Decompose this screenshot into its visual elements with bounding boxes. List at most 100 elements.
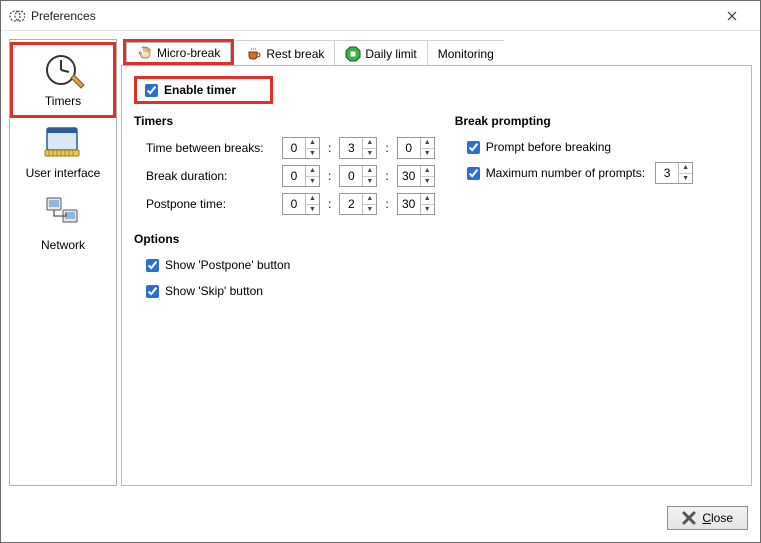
minutes-input[interactable] (340, 166, 362, 186)
spin-down[interactable]: ▼ (363, 149, 376, 159)
spin-up[interactable]: ▲ (421, 194, 434, 205)
close-button[interactable]: Close (667, 506, 748, 530)
tab-label: Rest break (266, 47, 324, 61)
seconds-input[interactable] (398, 166, 420, 186)
minutes-spinner[interactable]: ▲▼ (339, 137, 377, 159)
spin-up[interactable]: ▲ (306, 138, 319, 149)
show-postpone-checkbox[interactable] (146, 259, 159, 272)
hours-spinner[interactable]: ▲▼ (282, 165, 320, 187)
minutes-spinner[interactable]: ▲▼ (339, 165, 377, 187)
spin-down[interactable]: ▼ (306, 205, 319, 215)
tab-label: Monitoring (438, 47, 494, 61)
prompt-before-checkbox[interactable] (467, 141, 480, 154)
seconds-spinner[interactable]: ▲▼ (397, 165, 435, 187)
colon: : (326, 197, 333, 211)
seconds-spinner[interactable]: ▲▼ (397, 193, 435, 215)
seconds-input[interactable] (398, 138, 420, 158)
hours-spinner[interactable]: ▲▼ (282, 137, 320, 159)
sidebar-item-network[interactable]: Network (12, 188, 114, 260)
row-postpone-time: Postpone time: ▲▼ : ▲▼ : ▲▼ (146, 190, 435, 218)
spin-up[interactable]: ▲ (306, 194, 319, 205)
row-label: Time between breaks: (146, 141, 276, 155)
spin-down[interactable]: ▼ (679, 174, 692, 184)
enable-timer-label: Enable timer (164, 83, 236, 97)
window-title: Preferences (31, 9, 96, 23)
row-label: Postpone time: (146, 197, 276, 211)
hours-spinner[interactable]: ▲▼ (282, 193, 320, 215)
max-prompts-input[interactable] (656, 163, 678, 183)
stop-icon (345, 46, 361, 62)
spin-up[interactable]: ▲ (363, 194, 376, 205)
max-prompts-checkbox[interactable] (467, 167, 480, 180)
timers-icon (39, 48, 87, 92)
preferences-window: Preferences Timers (0, 0, 761, 543)
seconds-spinner[interactable]: ▲▼ (397, 137, 435, 159)
row-show-skip: Show 'Skip' button (146, 278, 739, 304)
main: Micro-break Rest break (121, 39, 752, 486)
spin-down[interactable]: ▼ (306, 177, 319, 187)
spin-up[interactable]: ▲ (679, 163, 692, 174)
coffee-icon (246, 46, 262, 62)
spin-down[interactable]: ▼ (421, 149, 434, 159)
hand-icon (137, 45, 153, 61)
section-title-prompting: Break prompting (455, 114, 693, 128)
colon: : (383, 141, 390, 155)
sidebar: Timers User (9, 39, 117, 486)
seconds-input[interactable] (398, 194, 420, 214)
colon: : (326, 141, 333, 155)
minutes-spinner[interactable]: ▲▼ (339, 193, 377, 215)
spin-down[interactable]: ▼ (306, 149, 319, 159)
row-label: Break duration: (146, 169, 276, 183)
hours-input[interactable] (283, 166, 305, 186)
sidebar-item-timers[interactable]: Timers (12, 44, 114, 116)
spin-down[interactable]: ▼ (421, 205, 434, 215)
sections: Timers Time between breaks: ▲▼ : ▲▼ : ▲▼ (134, 112, 739, 218)
minutes-input[interactable] (340, 138, 362, 158)
spin-up[interactable]: ▲ (363, 138, 376, 149)
spin-down[interactable]: ▼ (363, 205, 376, 215)
close-icon (682, 511, 696, 525)
tab-label: Daily limit (365, 47, 416, 61)
max-prompts-spinner[interactable]: ▲▼ (655, 162, 693, 184)
hours-input[interactable] (283, 138, 305, 158)
section-break-prompting: Break prompting Prompt before breaking M… (455, 112, 693, 218)
spin-down[interactable]: ▼ (363, 177, 376, 187)
enable-timer-highlight: Enable timer (134, 76, 273, 104)
enable-timer-checkbox[interactable] (145, 84, 158, 97)
tab-highlight: Micro-break (123, 39, 234, 65)
close-button-label: Close (702, 511, 733, 525)
window-close-button[interactable] (712, 1, 752, 30)
colon: : (383, 169, 390, 183)
tab-daily-limit[interactable]: Daily limit (334, 40, 426, 66)
spin-up[interactable]: ▲ (363, 166, 376, 177)
show-skip-checkbox[interactable] (146, 285, 159, 298)
prompt-before-label: Prompt before breaking (486, 140, 611, 154)
row-time-between-breaks: Time between breaks: ▲▼ : ▲▼ : ▲▼ (146, 134, 435, 162)
content-panel: Enable timer Timers Time between breaks:… (121, 65, 752, 486)
user-interface-icon (39, 120, 87, 164)
section-timers: Timers Time between breaks: ▲▼ : ▲▼ : ▲▼ (134, 112, 435, 218)
section-title-timers: Timers (134, 114, 435, 128)
row-prompt-before: Prompt before breaking (467, 134, 693, 160)
network-icon (39, 192, 87, 236)
titlebar: Preferences (1, 1, 760, 31)
tab-monitoring[interactable]: Monitoring (427, 40, 504, 66)
tabs: Micro-break Rest break (123, 39, 752, 65)
minutes-input[interactable] (340, 194, 362, 214)
app-icon (9, 8, 25, 24)
sidebar-item-user-interface[interactable]: User interface (12, 116, 114, 188)
tab-rest-break[interactable]: Rest break (236, 40, 334, 66)
spin-up[interactable]: ▲ (421, 138, 434, 149)
max-prompts-label: Maximum number of prompts: (486, 166, 645, 180)
colon: : (326, 169, 333, 183)
spin-up[interactable]: ▲ (421, 166, 434, 177)
show-skip-label: Show 'Skip' button (165, 284, 263, 298)
tab-micro-break[interactable]: Micro-break (126, 42, 231, 62)
spin-down[interactable]: ▼ (421, 177, 434, 187)
spin-up[interactable]: ▲ (306, 166, 319, 177)
sidebar-item-label: User interface (26, 166, 101, 180)
section-options: Options Show 'Postpone' button Show 'Ski… (134, 232, 739, 304)
sidebar-item-label: Network (41, 238, 85, 252)
show-postpone-label: Show 'Postpone' button (165, 258, 290, 272)
hours-input[interactable] (283, 194, 305, 214)
